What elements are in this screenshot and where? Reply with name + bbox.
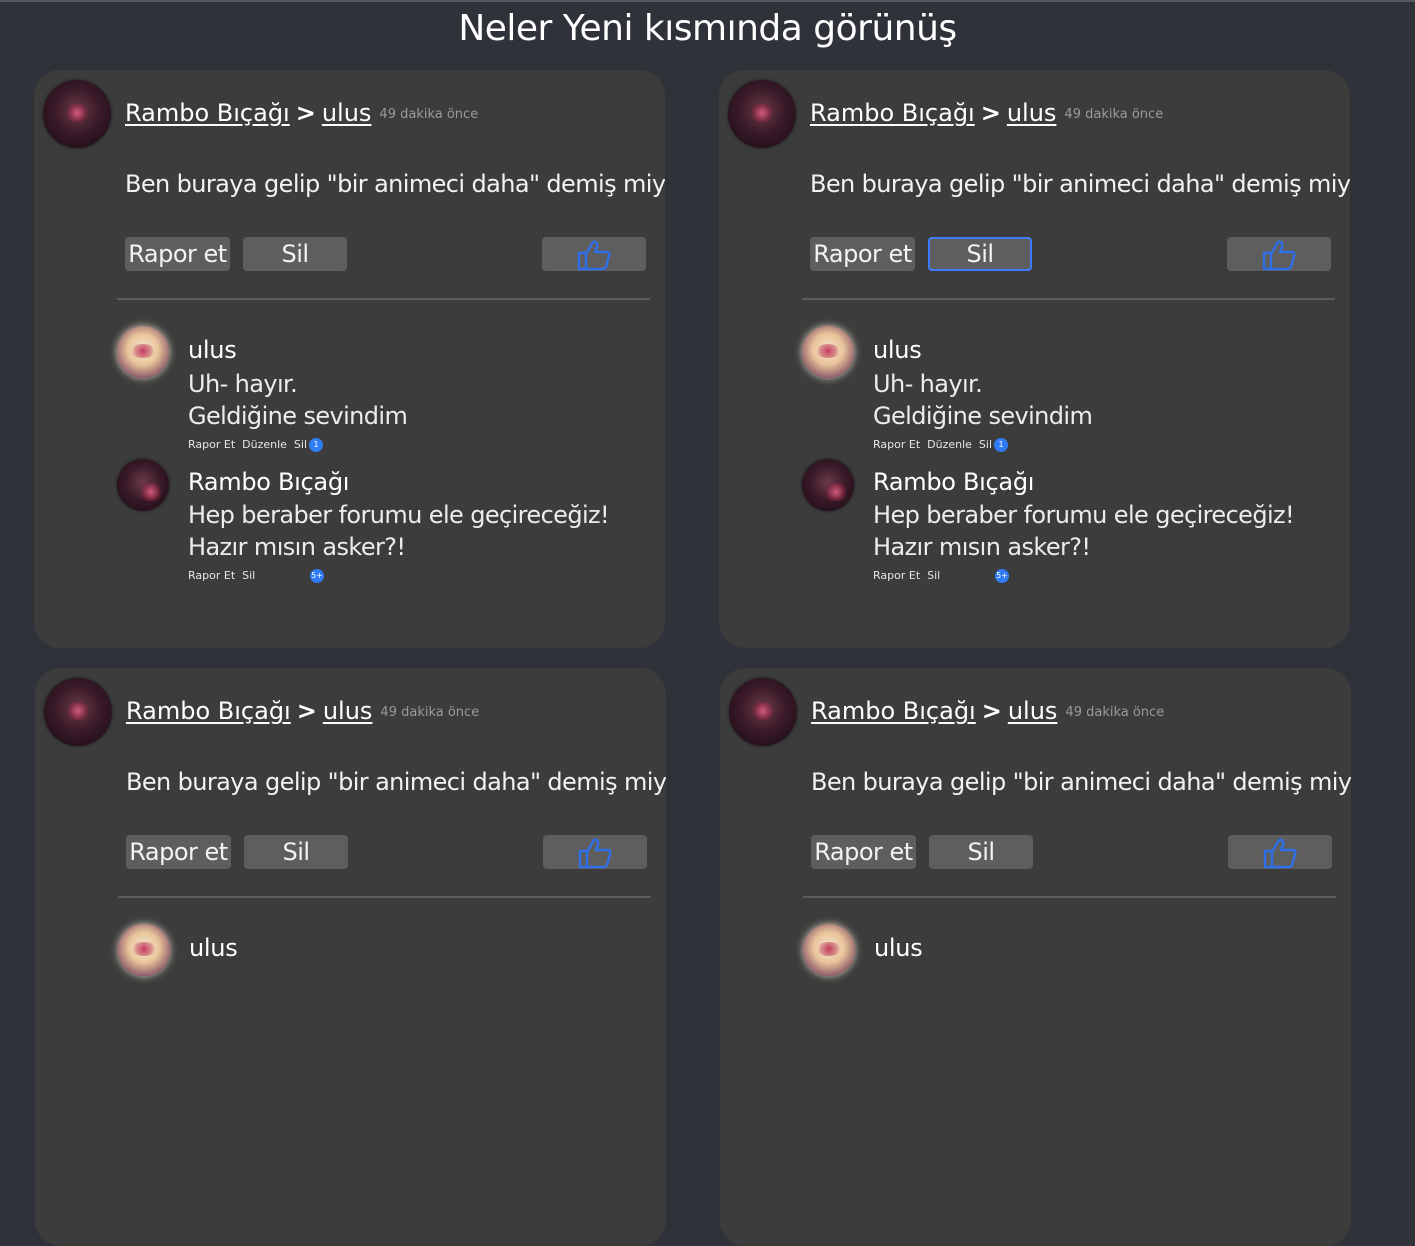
delete-button[interactable]: Sil <box>929 835 1033 869</box>
post-time: 49 dakika önce <box>1064 107 1164 122</box>
comment-text: Hazır mısın asker?! <box>873 533 1091 561</box>
post-text: Ben buraya gelip "bir animeci daha" demi… <box>810 170 1350 198</box>
comment-actions: Rapor Et Sil <box>188 569 262 582</box>
report-link[interactable]: Rapor Et <box>873 569 920 582</box>
divider <box>802 298 1335 300</box>
post-card: Rambo Bıçağı > ulus 49 dakika önce Ben bura… <box>720 668 1351 1246</box>
comment-text: Hazır mısın asker?! <box>188 533 406 561</box>
author-link[interactable]: Rambo Bıçağı <box>126 697 291 725</box>
like-button[interactable] <box>543 835 647 869</box>
avatar[interactable] <box>43 80 111 148</box>
avatar[interactable] <box>117 326 169 378</box>
report-button[interactable]: Rapor et <box>126 835 231 869</box>
post-time: 49 dakika önce <box>380 705 480 720</box>
comment-author[interactable]: Rambo Bıçağı <box>188 468 349 496</box>
page-title: Neler Yeni kısmında görünüş <box>458 8 957 49</box>
comment-author[interactable]: ulus <box>189 934 238 962</box>
divider <box>118 896 651 898</box>
thumbs-up-icon <box>1263 838 1297 869</box>
post-text: Ben buraya gelip "bir animeci daha" demi… <box>811 768 1351 796</box>
delete-button[interactable]: Sil <box>243 237 347 271</box>
report-link[interactable]: Rapor Et <box>188 438 235 451</box>
post-card: Rambo Bıçağı > ulus 49 dakika önce Ben bura… <box>34 70 665 648</box>
post-text: Ben buraya gelip "bir animeci daha" demi… <box>126 768 666 796</box>
post-card: Rambo Bıçağı > ulus 49 dakika önce Ben bura… <box>719 70 1350 648</box>
arrow-separator: > <box>296 697 317 725</box>
avatar[interactable] <box>44 678 112 746</box>
author-link[interactable]: Rambo Bıçağı <box>125 99 290 127</box>
edit-link[interactable]: Düzenle <box>927 438 972 451</box>
delete-link[interactable]: Sil <box>294 438 307 451</box>
avatar[interactable] <box>803 924 855 976</box>
avatar[interactable] <box>117 459 169 511</box>
delete-link[interactable]: Sil <box>927 569 940 582</box>
divider <box>117 298 650 300</box>
avatar[interactable] <box>728 80 796 148</box>
arrow-separator: > <box>981 697 1002 725</box>
avatar[interactable] <box>118 924 170 976</box>
like-button[interactable] <box>1228 835 1332 869</box>
avatar[interactable] <box>802 326 854 378</box>
post-header: Rambo Bıçağı > ulus 49 dakika önce <box>126 694 479 730</box>
post-header: Rambo Bıçağı > ulus 49 dakika önce <box>125 96 478 132</box>
delete-link[interactable]: Sil <box>242 569 255 582</box>
comment-text: Uh- hayır. <box>873 370 983 398</box>
author-link[interactable]: Rambo Bıçağı <box>811 697 976 725</box>
thumbs-up-icon <box>577 240 611 271</box>
report-link[interactable]: Rapor Et <box>873 438 920 451</box>
delete-button[interactable]: Sil <box>928 237 1032 271</box>
comment-author[interactable]: ulus <box>188 336 237 364</box>
report-button[interactable]: Rapor et <box>810 237 915 271</box>
comment-author[interactable]: ulus <box>874 934 923 962</box>
like-button[interactable] <box>1227 237 1331 271</box>
thumbs-up-icon <box>1262 240 1296 271</box>
report-button[interactable]: Rapor et <box>125 237 230 271</box>
post-header: Rambo Bıçağı > ulus 49 dakika önce <box>810 96 1163 132</box>
author-link[interactable]: Rambo Bıçağı <box>810 99 975 127</box>
report-link[interactable]: Rapor Et <box>188 569 235 582</box>
reaction-badge[interactable]: 1 <box>994 438 1008 452</box>
avatar[interactable] <box>729 678 797 746</box>
comment-text: Uh- hayır. <box>188 370 298 398</box>
top-border <box>0 0 1415 2</box>
target-link[interactable]: ulus <box>1008 697 1058 725</box>
target-link[interactable]: ulus <box>323 697 373 725</box>
comment-actions: Rapor Et Sil <box>873 569 947 582</box>
target-link[interactable]: ulus <box>322 99 372 127</box>
post-time: 49 dakika önce <box>379 107 479 122</box>
target-link[interactable]: ulus <box>1007 99 1057 127</box>
post-text: Ben buraya gelip "bir animeci daha" demi… <box>125 170 665 198</box>
comment-author[interactable]: ulus <box>873 336 922 364</box>
comment-actions: Rapor Et Düzenle Sil <box>188 438 314 451</box>
reaction-badge[interactable]: 5+ <box>310 569 324 583</box>
comment-actions: Rapor Et Düzenle Sil <box>873 438 999 451</box>
post-time: 49 dakika önce <box>1065 705 1165 720</box>
delete-link[interactable]: Sil <box>979 438 992 451</box>
edit-link[interactable]: Düzenle <box>242 438 287 451</box>
arrow-separator: > <box>980 99 1001 127</box>
arrow-separator: > <box>295 99 316 127</box>
post-header: Rambo Bıçağı > ulus 49 dakika önce <box>811 694 1164 730</box>
reaction-badge[interactable]: 5+ <box>995 569 1009 583</box>
comment-author[interactable]: Rambo Bıçağı <box>873 468 1034 496</box>
divider <box>803 896 1336 898</box>
post-card: Rambo Bıçağı > ulus 49 dakika önce Ben bura… <box>35 668 666 1246</box>
comment-text: Geldiğine sevindim <box>188 402 408 430</box>
comment-text: Geldiğine sevindim <box>873 402 1093 430</box>
reaction-badge[interactable]: 1 <box>309 438 323 452</box>
thumbs-up-icon <box>578 838 612 869</box>
comment-text: Hep beraber forumu ele geçireceğiz! <box>873 501 1295 529</box>
like-button[interactable] <box>542 237 646 271</box>
report-button[interactable]: Rapor et <box>811 835 916 869</box>
comment-text: Hep beraber forumu ele geçireceğiz! <box>188 501 610 529</box>
avatar[interactable] <box>802 459 854 511</box>
delete-button[interactable]: Sil <box>244 835 348 869</box>
